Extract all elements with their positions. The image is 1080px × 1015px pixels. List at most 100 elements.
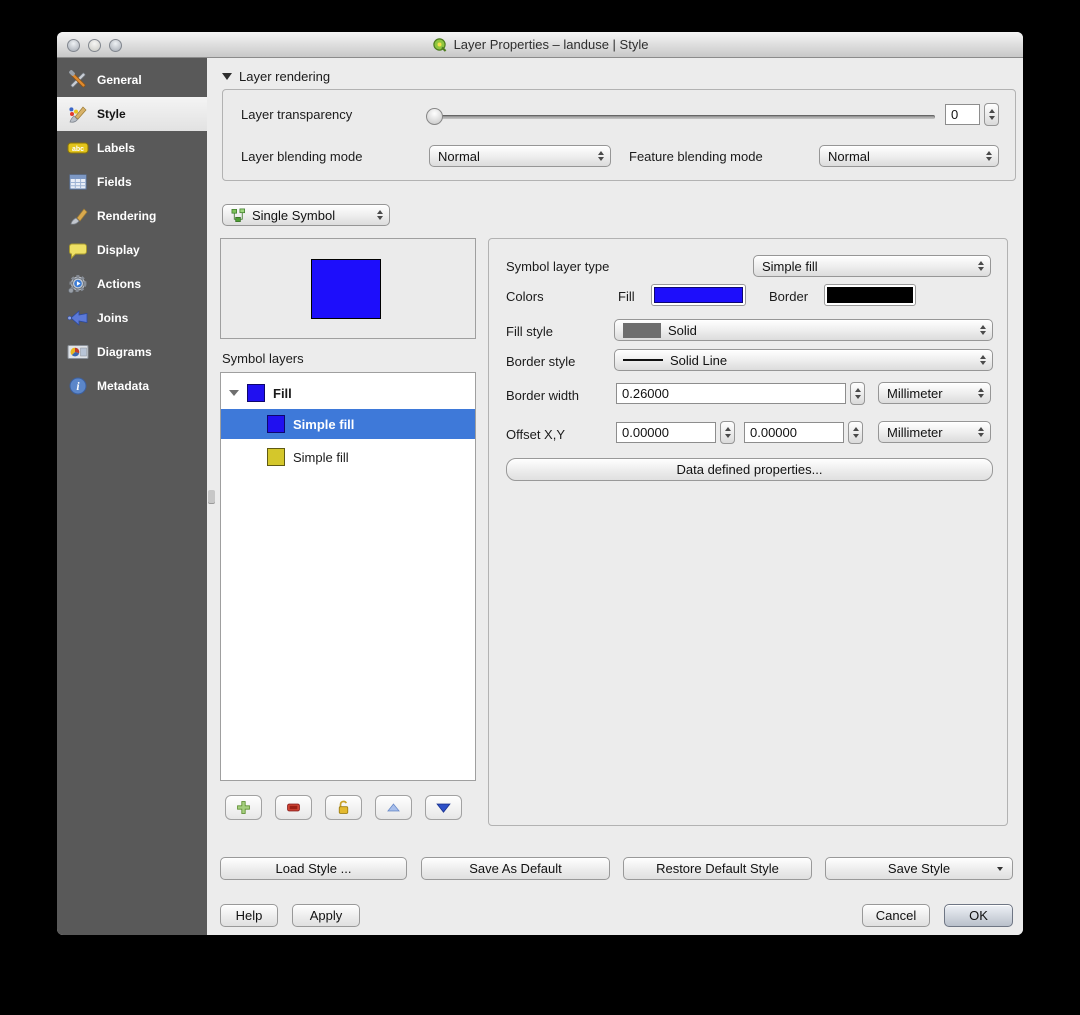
fill-style-swatch: [623, 323, 661, 338]
fill-style-select[interactable]: Solid: [614, 319, 993, 341]
gear-icon: [67, 273, 89, 295]
apply-button[interactable]: Apply: [292, 904, 360, 927]
border-color-swatch: [827, 287, 913, 303]
select-arrows-icon: [598, 151, 604, 161]
plus-icon: [235, 799, 252, 816]
sidebar-item-fields[interactable]: Fields: [57, 165, 207, 199]
table-icon: [67, 171, 89, 193]
tree-row-simple-fill-2[interactable]: Simple fill: [221, 442, 475, 472]
brush-icon: [67, 205, 89, 227]
fill-layer-swatch: [247, 384, 265, 402]
offset-y-stepper[interactable]: [848, 421, 863, 444]
dropdown-arrow-icon: [997, 867, 1003, 871]
sidebar-item-diagrams[interactable]: Diagrams: [57, 335, 207, 369]
join-arrow-icon: [67, 307, 89, 329]
border-width-input[interactable]: [616, 383, 846, 404]
minimize-window-icon[interactable]: [88, 39, 101, 52]
fill-color-button[interactable]: [651, 284, 746, 306]
window-controls: [67, 39, 122, 52]
symbol-layer-type-select[interactable]: Simple fill: [753, 255, 991, 277]
border-width-stepper[interactable]: [850, 382, 865, 405]
border-color-label: Border: [769, 289, 808, 304]
sidebar-item-general[interactable]: General: [57, 63, 207, 97]
fill-color-swatch: [654, 287, 743, 303]
lock-color-button[interactable]: [325, 795, 362, 820]
svg-text:abc: abc: [72, 146, 84, 153]
save-as-default-button[interactable]: Save As Default: [421, 857, 610, 880]
add-symbol-layer-button[interactable]: [225, 795, 262, 820]
symbol-layers-tree: Fill Simple fill Simple fill: [220, 372, 476, 781]
sidebar-item-rendering[interactable]: Rendering: [57, 199, 207, 233]
offset-x-input[interactable]: [616, 422, 716, 443]
style-tab-content: Layer rendering Layer transparency Layer…: [207, 58, 1023, 935]
renderer-type-select[interactable]: Single Symbol: [222, 204, 390, 226]
border-style-select[interactable]: Solid Line: [614, 349, 993, 371]
layer-transparency-value-input[interactable]: [945, 104, 980, 125]
tree-row-fill[interactable]: Fill: [221, 378, 475, 408]
simple-fill-swatch-blue: [267, 415, 285, 433]
tree-row-simple-fill-1[interactable]: Simple fill: [221, 409, 475, 439]
symbol-layer-properties-panel: Symbol layer type Simple fill Colors Fil…: [488, 238, 1008, 826]
border-width-unit-select[interactable]: Millimeter: [878, 382, 991, 404]
expand-triangle-icon[interactable]: [229, 390, 239, 396]
select-arrows-icon: [986, 151, 992, 161]
collapse-triangle-icon: [222, 73, 232, 80]
layer-properties-dialog: Layer Properties – landuse | Style Gener…: [57, 32, 1023, 935]
border-style-label: Border style: [506, 354, 575, 369]
restore-default-style-button[interactable]: Restore Default Style: [623, 857, 812, 880]
abc-label-icon: abc: [67, 137, 89, 159]
solid-line-icon: [623, 359, 663, 361]
pie-diagram-icon: [67, 341, 89, 363]
data-defined-properties-button[interactable]: Data defined properties...: [506, 458, 993, 481]
feature-blending-mode-label: Feature blending mode: [629, 149, 763, 164]
tools-icon: [67, 69, 89, 91]
load-style-button[interactable]: Load Style ...: [220, 857, 407, 880]
feature-blending-mode-select[interactable]: Normal: [819, 145, 999, 167]
offset-y-input[interactable]: [744, 422, 844, 443]
title-bar[interactable]: Layer Properties – landuse | Style: [57, 32, 1023, 58]
offset-x-stepper[interactable]: [720, 421, 735, 444]
move-layer-up-button[interactable]: [375, 795, 412, 820]
select-arrows-icon: [980, 355, 986, 365]
close-window-icon[interactable]: [67, 39, 80, 52]
sidebar-item-labels[interactable]: abc Labels: [57, 131, 207, 165]
border-color-button[interactable]: [824, 284, 916, 306]
layer-rendering-collapse-header[interactable]: Layer rendering: [222, 69, 330, 84]
layer-transparency-stepper[interactable]: [984, 103, 999, 126]
up-triangle-icon: [385, 799, 402, 816]
layer-transparency-slider[interactable]: [429, 115, 935, 119]
panel-resize-handle[interactable]: [208, 490, 215, 503]
sidebar-item-actions[interactable]: Actions: [57, 267, 207, 301]
minus-icon: [285, 799, 302, 816]
zoom-window-icon[interactable]: [109, 39, 122, 52]
sidebar: General Style abc: [57, 58, 207, 935]
fill-color-label: Fill: [618, 289, 635, 304]
move-layer-down-button[interactable]: [425, 795, 462, 820]
slider-handle[interactable]: [426, 108, 443, 125]
remove-symbol-layer-button[interactable]: [275, 795, 312, 820]
sidebar-item-metadata[interactable]: i Metadata: [57, 369, 207, 403]
ok-button[interactable]: OK: [944, 904, 1013, 927]
symbol-preview-panel: [220, 238, 476, 339]
sidebar-item-joins[interactable]: Joins: [57, 301, 207, 335]
symbol-layers-label: Symbol layers: [222, 351, 304, 366]
offset-unit-select[interactable]: Millimeter: [878, 421, 991, 443]
help-button[interactable]: Help: [220, 904, 278, 927]
select-arrows-icon: [978, 261, 984, 271]
window-title: Layer Properties – landuse | Style: [432, 37, 649, 53]
qgis-logo-icon: [432, 37, 448, 53]
down-triangle-icon: [434, 799, 453, 816]
fill-style-label: Fill style: [506, 324, 553, 339]
sidebar-item-display[interactable]: Display: [57, 233, 207, 267]
sidebar-item-style[interactable]: Style: [57, 97, 207, 131]
cancel-button[interactable]: Cancel: [862, 904, 930, 927]
colors-label: Colors: [506, 289, 544, 304]
save-style-menu-button[interactable]: Save Style: [825, 857, 1013, 880]
layer-rendering-groupbox: Layer transparency Layer blending mode N…: [222, 89, 1016, 181]
select-arrows-icon: [978, 388, 984, 398]
single-symbol-icon: [231, 208, 246, 223]
layer-transparency-label: Layer transparency: [241, 107, 352, 122]
layer-blending-mode-select[interactable]: Normal: [429, 145, 611, 167]
layer-blending-mode-label: Layer blending mode: [241, 149, 362, 164]
open-lock-icon: [335, 799, 352, 816]
